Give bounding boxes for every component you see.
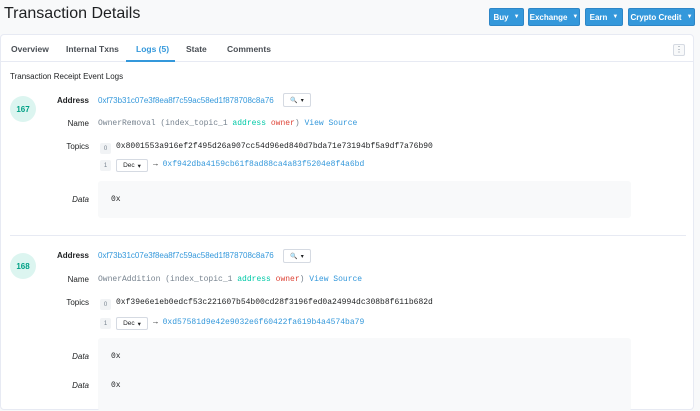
address-search-dropdown[interactable]: 🔍 ▾ bbox=[283, 249, 311, 263]
event-name: OwnerRemoval (index_topic_1 address owne… bbox=[98, 119, 357, 128]
param-type: address bbox=[232, 119, 267, 128]
tab-overview[interactable]: Overview bbox=[11, 44, 49, 54]
data-label: Data bbox=[72, 195, 89, 204]
topic-decoded: → 0xf942dba4159cb61f8ad88ca4a83f5204e8f4… bbox=[153, 160, 364, 169]
exchange-button[interactable]: Exchange ▼ bbox=[528, 8, 580, 26]
data-box bbox=[98, 181, 631, 218]
arrow-right-icon: → bbox=[153, 160, 158, 169]
log-divider bbox=[10, 235, 686, 236]
chevron-down-icon: ▼ bbox=[612, 14, 619, 20]
chevron-down-icon: ▾ bbox=[300, 97, 304, 104]
more-options-icon[interactable]: ⋮ bbox=[673, 44, 685, 56]
data-label: Data bbox=[72, 352, 89, 361]
address-search-dropdown[interactable]: 🔍 ▾ bbox=[283, 93, 311, 107]
section-title: Transaction Receipt Event Logs bbox=[10, 72, 124, 81]
topic-value: 0x8001553a916ef2f495d26a907cc54d96ed840d… bbox=[116, 142, 433, 151]
data-value: 0x bbox=[111, 195, 121, 204]
topic-decoded: → 0xd57581d9e42e9032e6f60422fa619b4a4574… bbox=[153, 318, 364, 327]
buy-button[interactable]: Buy ▼ bbox=[489, 8, 524, 26]
param-name: owner bbox=[270, 119, 295, 128]
event-name: OwnerAddition (index_topic_1 address own… bbox=[98, 275, 362, 284]
event-name-text: OwnerAddition bbox=[98, 275, 161, 284]
topic-address-link[interactable]: 0xd57581d9e42e9032e6f60422fa619b4a4574ba… bbox=[163, 318, 365, 327]
tab-state[interactable]: State bbox=[186, 44, 207, 54]
active-tab-indicator bbox=[126, 60, 175, 62]
address-label: Address bbox=[56, 251, 89, 260]
search-icon: 🔍 bbox=[290, 253, 298, 260]
exchange-button-label: Exchange bbox=[529, 12, 568, 22]
chevron-down-icon: ▾ bbox=[300, 253, 304, 260]
event-params-close: ) bbox=[299, 275, 305, 284]
name-label: Name bbox=[67, 119, 89, 128]
param-name: owner bbox=[275, 275, 300, 284]
data-value: 0x bbox=[111, 381, 121, 390]
topic-address-link[interactable]: 0xf942dba4159cb61f8ad88ca4a83f5204e8f4a6… bbox=[163, 160, 365, 169]
address-label: Address bbox=[56, 96, 89, 105]
data-box bbox=[98, 338, 631, 411]
event-params-close: ) bbox=[294, 119, 300, 128]
topics-label: Topics bbox=[66, 142, 89, 151]
chevron-down-icon: ▾ bbox=[137, 162, 141, 170]
earn-button-label: Earn bbox=[589, 12, 608, 22]
chevron-down-icon: ▾ bbox=[137, 320, 141, 328]
chevron-down-icon: ▼ bbox=[513, 14, 520, 20]
name-label: Name bbox=[67, 275, 89, 284]
topic-format-dropdown[interactable]: Dec ▾ bbox=[116, 317, 148, 330]
topic-index: 0 bbox=[100, 143, 111, 154]
page-title: Transaction Details bbox=[4, 5, 141, 22]
crypto-credit-button[interactable]: Crypto Credit ▼ bbox=[628, 8, 695, 26]
crypto-credit-button-label: Crypto Credit bbox=[630, 12, 682, 22]
topic-format-label: Dec bbox=[123, 162, 135, 169]
log-address-link[interactable]: 0xf73b31c07e3f8ea8f7c59ac58ed1f878708c8a… bbox=[98, 96, 274, 105]
topic-format-dropdown[interactable]: Dec ▾ bbox=[116, 159, 148, 172]
topic-index: 1 bbox=[100, 318, 111, 329]
event-params-open: (index_topic_1 bbox=[155, 119, 233, 128]
view-source-link[interactable]: View Source bbox=[309, 275, 362, 284]
topic-index: 1 bbox=[100, 160, 111, 171]
logs-card: Overview Internal Txns Logs (5) State Co… bbox=[0, 34, 694, 411]
topic-index: 0 bbox=[100, 299, 111, 310]
arrow-right-icon: → bbox=[153, 318, 158, 327]
topic-format-label: Dec bbox=[123, 320, 135, 327]
topic-value: 0xf39e6e1eb0edcf53c221607b54b00cd28f3196… bbox=[116, 298, 433, 307]
buy-button-label: Buy bbox=[493, 12, 509, 22]
param-type: address bbox=[237, 275, 271, 284]
log-address-link[interactable]: 0xf73b31c07e3f8ea8f7c59ac58ed1f878708c8a… bbox=[98, 251, 274, 260]
earn-button[interactable]: Earn ▼ bbox=[585, 8, 623, 26]
data-label: Data bbox=[72, 381, 89, 390]
topics-label: Topics bbox=[66, 298, 89, 307]
event-params-open: (index_topic_1 bbox=[160, 275, 238, 284]
view-source-link[interactable]: View Source bbox=[304, 119, 357, 128]
search-icon: 🔍 bbox=[290, 97, 298, 104]
tab-logs[interactable]: Logs (5) bbox=[136, 44, 169, 54]
tab-internal-txns[interactable]: Internal Txns bbox=[66, 44, 119, 54]
event-name-text: OwnerRemoval bbox=[98, 119, 156, 128]
tab-comments[interactable]: Comments bbox=[227, 44, 271, 54]
chevron-down-icon: ▼ bbox=[686, 14, 693, 20]
tab-bar: Overview Internal Txns Logs (5) State Co… bbox=[1, 35, 693, 62]
data-value: 0x bbox=[111, 352, 121, 361]
chevron-down-icon: ▼ bbox=[572, 14, 579, 20]
